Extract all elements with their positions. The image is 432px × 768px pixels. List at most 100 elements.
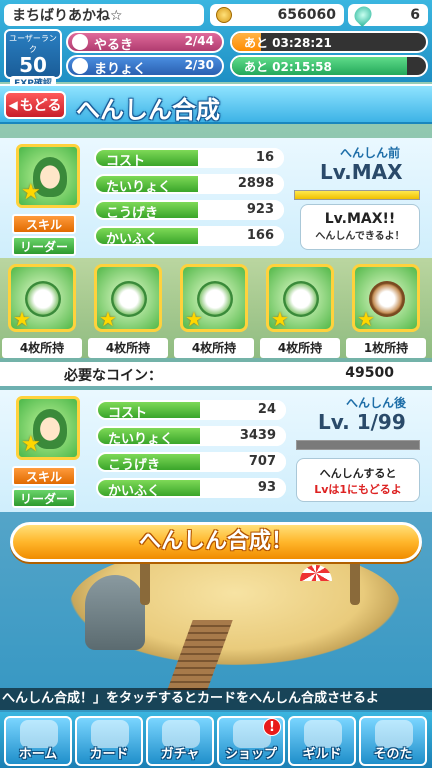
rock-illustration	[85, 575, 145, 650]
page-title: へんしん合成	[76, 96, 220, 124]
stat-label: たいりょく	[108, 432, 174, 447]
after-panel: ★ スキル リーダー コスト 24 たいりょく 3439 こうげき 707 かい…	[0, 390, 432, 512]
material-count: 4枚所持	[174, 338, 254, 358]
nav-card[interactable]: カード	[75, 716, 143, 766]
alert-badge: !	[263, 718, 281, 736]
nav-other[interactable]: そのた	[359, 716, 427, 766]
back-arrow-icon: ◀	[8, 98, 18, 112]
bottom-navigation: ホーム カード ガチャ ! ショップ ギルド そのた	[0, 712, 432, 768]
stat-label: コスト	[106, 154, 146, 169]
stat-value: 93	[200, 478, 286, 498]
stat-value: 166	[198, 226, 284, 246]
coin-icon	[216, 7, 232, 23]
mana-pill: まりょく 2/30	[66, 55, 224, 77]
stat-value: 923	[198, 200, 284, 220]
after-level: Lv. 1/99	[318, 410, 406, 434]
before-level: Lv.MAX	[320, 160, 403, 184]
tea-cup-card-icon: ★	[8, 264, 76, 332]
nav-shop[interactable]: ! ショップ	[217, 716, 285, 766]
stamina-timer-bar: あと 03:28:21	[230, 31, 428, 53]
star-icon: ★	[357, 307, 375, 331]
after-note: へんしんすると Lvは1にもどるよ	[296, 458, 420, 502]
stat-value: 16	[198, 148, 284, 168]
title-bar: ◀ もどる へんしん合成	[0, 84, 432, 124]
nav-label: ギルド	[302, 747, 342, 762]
coin-cost-value: 49500	[345, 365, 394, 381]
material-count: 4枚所持	[2, 338, 82, 358]
before-card[interactable]: ★	[16, 144, 80, 208]
stat-value: 3439	[200, 426, 286, 446]
after-stat-hp: たいりょく 3439	[96, 426, 286, 447]
after-card[interactable]: ★	[16, 396, 80, 460]
after-level-bar	[296, 440, 420, 450]
mana-label: まりょく	[94, 62, 147, 77]
stamina-row[interactable]: やるき 2/44 あと 03:28:21	[66, 31, 428, 53]
rank-label: ユーザーランク	[9, 34, 57, 54]
material-cards-row: ★ 4枚所持 ★ 4枚所持 ★ 4枚所持 ★ 4枚所持 ★ 1枚所持	[0, 258, 432, 358]
stat-label: こうげき	[106, 206, 159, 221]
star-icon: ★	[99, 307, 117, 331]
coin-value: 656060	[277, 7, 336, 23]
nav-home[interactable]: ホーム	[4, 716, 72, 766]
mana-icon	[72, 58, 88, 74]
before-leader-button[interactable]: リーダー	[12, 236, 76, 256]
mana-value: 2/30	[184, 58, 214, 72]
stamina-timer: あと 03:28:21	[244, 36, 332, 50]
material-count: 1枚所持	[346, 338, 426, 358]
gem-icon	[350, 2, 376, 28]
player-name: まちばりあかね☆	[4, 4, 204, 26]
nav-label: ショップ	[224, 747, 277, 762]
after-skill-button[interactable]: スキル	[12, 466, 76, 486]
palm-tree-illustration	[122, 543, 168, 605]
stat-value: 2898	[198, 174, 284, 194]
rank-value: 50	[19, 53, 47, 77]
star-icon: ★	[21, 432, 41, 457]
before-skill-button[interactable]: スキル	[12, 214, 76, 234]
nav-gacha[interactable]: ガチャ	[146, 716, 214, 766]
nav-guild[interactable]: ギルド	[288, 716, 356, 766]
stamina-pill: やるき 2/44	[66, 31, 224, 53]
before-note: Lv.MAX!! へんしんできるよ！	[300, 204, 420, 250]
henshin-synthesis-button[interactable]: へんしん合成！	[10, 522, 422, 562]
after-stat-heal: かいふく 93	[96, 478, 286, 499]
coin-cost-label: 必要なコイン：	[64, 368, 162, 384]
mana-timer: あと 02:15:58	[244, 60, 332, 74]
note-line2: へんしんできるよ！	[315, 231, 405, 242]
material-count: 4枚所持	[88, 338, 168, 358]
mana-timer-bar: あと 02:15:58	[230, 55, 428, 77]
nav-label: ガチャ	[160, 747, 200, 762]
before-side-label: へんしん前	[340, 146, 401, 160]
before-stat-heal: かいふく 166	[94, 226, 284, 247]
star-icon: ★	[21, 180, 41, 205]
stat-label: かいふく	[106, 232, 159, 247]
note-line1: へんしんすると	[319, 467, 397, 480]
coin-cost-row: 必要なコイン： 49500	[0, 362, 432, 386]
before-stat-attack: こうげき 923	[94, 200, 284, 221]
note-line1: Lv.MAX!!	[324, 211, 396, 227]
nav-label: そのた	[373, 747, 413, 762]
note-line2: Lvは1にもどるよ	[314, 483, 402, 496]
after-leader-button[interactable]: リーダー	[12, 488, 76, 508]
back-label: もどる	[19, 98, 62, 114]
stat-value: 24	[200, 400, 286, 420]
user-rank[interactable]: ユーザーランク 50 EXP確認	[4, 29, 62, 89]
coin-counter: 656060	[210, 4, 344, 26]
nav-label: カード	[89, 747, 129, 762]
back-button[interactable]: ◀ もどる	[4, 91, 66, 119]
before-stat-cost: コスト 16	[94, 148, 284, 169]
after-side-label: へんしん後	[346, 396, 407, 410]
stamina-icon	[72, 34, 88, 50]
nav-label: ホーム	[18, 747, 58, 762]
star-icon: ★	[185, 307, 203, 331]
before-stat-hp: たいりょく 2898	[94, 174, 284, 195]
stat-label: コスト	[108, 406, 148, 421]
mana-row[interactable]: まりょく 2/30 あと 02:15:58	[66, 55, 428, 77]
brown-card-icon: ★	[352, 264, 420, 332]
star-icon: ★	[271, 307, 289, 331]
stamina-value: 2/44	[184, 34, 214, 48]
status-header: まちばりあかね☆ 656060 6 ユーザーランク 50 EXP確認 やるき 2…	[0, 0, 432, 89]
stamina-label: やるき	[94, 38, 134, 53]
gem-value: 6	[410, 7, 420, 23]
gem-counter[interactable]: 6	[348, 2, 428, 28]
tea-cup-card-icon: ★	[180, 264, 248, 332]
